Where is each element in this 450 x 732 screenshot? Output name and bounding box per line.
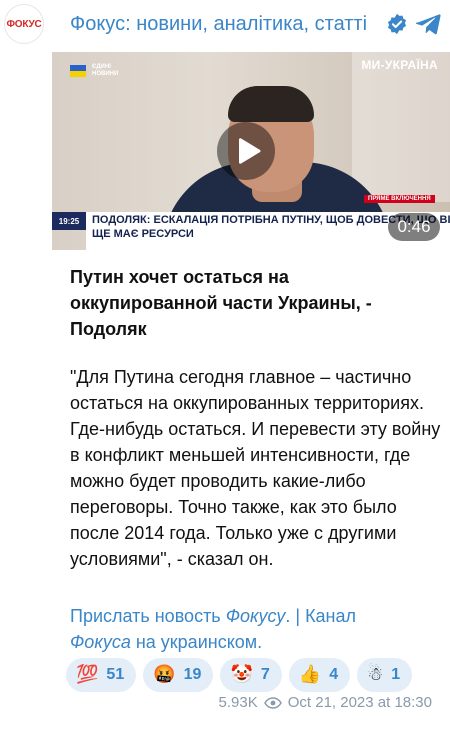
channel-avatar[interactable]: ФОКУС [4,4,44,44]
eye-icon [263,696,282,709]
channel-name[interactable]: Фокус: новини, аналітика, статті [70,13,367,36]
reaction-snowman[interactable]: ☃ 1 [357,658,413,692]
lower-third-line2: ЩЕ МАЄ РЕСУРСИ [92,228,194,240]
video-person-hair [228,86,314,122]
ukraine-flag-icon [70,65,86,77]
reactions-bar: 💯 51 🤬 19 🤡 7 👍 4 ☃ 1 [66,658,413,692]
thumbs-up-icon: 👍 [298,664,322,685]
clown-face-icon: 🤡 [230,664,253,685]
avatar-label: ФОКУС [6,18,42,30]
post-body: "Для Путина сегодня главное – частично о… [70,367,441,569]
play-icon [239,138,261,164]
live-badge: ПРЯМЕ ВКЛЮЧЕННЯ [364,195,435,203]
reaction-count: 4 [329,666,339,683]
post-links: Прислать новость Фокусу. | Канал Фокуса н… [70,603,440,655]
message-bubble: Фокус: новини, аналітика, статті ЄДИНІ Н… [52,0,450,732]
video-player[interactable]: ЄДИНІ НОВИНИ МИ-УКРАЇНА ПРЯМЕ ВКЛЮЧЕННЯ … [52,52,450,250]
reaction-count: 7 [260,666,270,683]
telegram-share-icon[interactable] [414,8,444,38]
snowman-icon: ☃ [367,664,384,685]
reaction-count: 51 [106,666,125,683]
reaction-cursing[interactable]: 🤬 19 [143,658,214,692]
tv-channel-logo: ЄДИНІ НОВИНИ [70,64,118,78]
play-button[interactable] [217,122,275,180]
link-separator: | [295,606,301,626]
cursing-face-icon: 🤬 [153,664,176,685]
message-header: Фокус: новини, аналітика, статті [52,0,450,52]
reaction-count: 19 [183,666,202,683]
tv-logo-text: ЄДИНІ НОВИНИ [92,64,119,77]
channel-watermark: МИ-УКРАЇНА [361,58,438,72]
send-news-link[interactable]: Прислать новость Фокусу. [70,606,290,626]
window-light [352,52,450,202]
verified-badge-icon [387,13,407,35]
reaction-thumbs-up[interactable]: 👍 4 [288,658,351,692]
broadcast-time: 19:25 [52,212,86,230]
view-count: 5.93K [218,694,258,711]
message-footer: 5.93K Oct 21, 2023 at 18:30 [219,694,432,711]
video-duration: 0:46 [388,213,440,241]
reaction-count: 1 [391,666,401,683]
post-title: Путин хочет остаться на оккупированной ч… [70,267,372,339]
post-date: Oct 21, 2023 at 18:30 [287,694,432,711]
reaction-hundred[interactable]: 💯 51 [66,658,137,692]
reaction-clown[interactable]: 🤡 7 [220,658,282,692]
hundred-points-icon: 💯 [76,664,99,685]
